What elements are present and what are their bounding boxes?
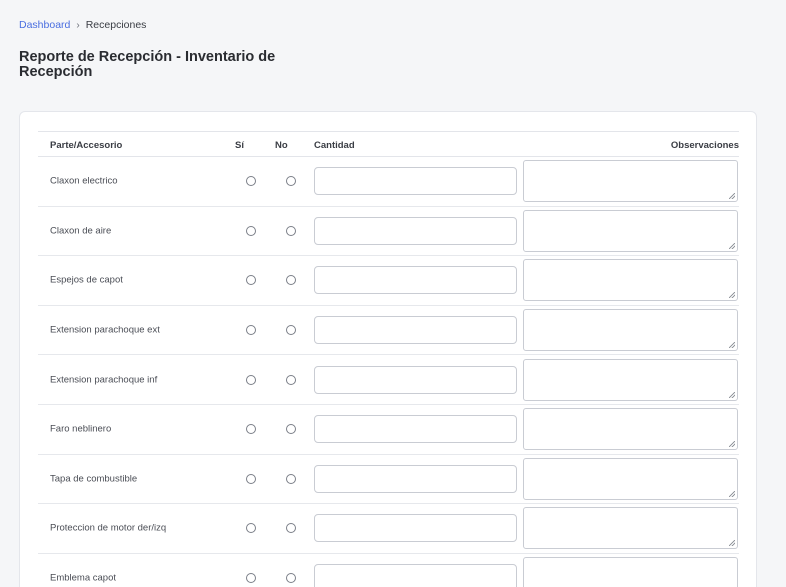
table-row: Faro neblinero — [38, 405, 739, 455]
part-label: Tapa de combustible — [50, 473, 138, 485]
observations-textarea[interactable] — [523, 457, 738, 500]
yes-radio[interactable] — [246, 473, 256, 484]
part-label: Claxon electrico — [50, 175, 118, 187]
no-radio[interactable] — [286, 523, 296, 534]
quantity-input[interactable] — [314, 365, 517, 394]
yes-radio[interactable] — [246, 523, 256, 534]
table-row: Claxon electrico — [38, 157, 739, 207]
table-row: Claxon de aire — [38, 207, 739, 257]
yes-radio[interactable] — [246, 374, 256, 385]
inventory-card: Parte/Accesorio Sí No Cantidad Observaci… — [19, 111, 757, 587]
observations-textarea[interactable] — [523, 557, 738, 587]
observations-textarea[interactable] — [523, 160, 738, 203]
table-row: Extension parachoque inf — [38, 355, 739, 405]
observations-textarea[interactable] — [523, 408, 738, 451]
quantity-input[interactable] — [314, 216, 517, 245]
observations-textarea[interactable] — [523, 209, 738, 252]
no-radio[interactable] — [286, 225, 296, 236]
breadcrumb-current: Recepciones — [85, 19, 147, 31]
observations-textarea[interactable] — [523, 507, 738, 550]
no-radio[interactable] — [286, 374, 296, 385]
table-header: Parte/Accesorio Sí No Cantidad Observaci… — [38, 131, 739, 157]
table-row: Emblema capot — [38, 554, 739, 587]
part-label: Proteccion de motor der/izq — [50, 522, 167, 534]
part-label: Extension parachoque ext — [50, 324, 160, 336]
no-radio[interactable] — [286, 275, 296, 286]
table-row: Tapa de combustible — [38, 455, 739, 505]
observations-textarea[interactable] — [523, 309, 738, 352]
part-label: Espejos de capot — [50, 274, 123, 286]
header-no: No — [275, 140, 288, 151]
part-label: Faro neblinero — [50, 423, 112, 435]
quantity-input[interactable] — [314, 316, 517, 345]
yes-radio[interactable] — [246, 275, 256, 286]
table-body: Claxon electrico Claxon de aire Espejos de… — [38, 157, 739, 587]
yes-radio[interactable] — [246, 573, 256, 584]
table-row: Proteccion de motor der/izq — [38, 504, 739, 554]
no-radio[interactable] — [286, 473, 296, 484]
no-radio[interactable] — [286, 176, 296, 187]
table-row: Espejos de capot — [38, 256, 739, 306]
observations-textarea[interactable] — [523, 259, 738, 302]
observations-textarea[interactable] — [523, 358, 738, 401]
no-radio[interactable] — [286, 573, 296, 584]
no-radio[interactable] — [286, 325, 296, 336]
part-label: Claxon de aire — [50, 225, 112, 237]
no-radio[interactable] — [286, 424, 296, 435]
yes-radio[interactable] — [246, 176, 256, 187]
quantity-input[interactable] — [314, 167, 517, 196]
inventory-table: Parte/Accesorio Sí No Cantidad Observaci… — [38, 131, 739, 587]
yes-radio[interactable] — [246, 424, 256, 435]
quantity-input[interactable] — [314, 564, 517, 587]
quantity-input[interactable] — [314, 415, 517, 444]
header-yes: Sí — [235, 140, 244, 151]
quantity-input[interactable] — [314, 266, 517, 295]
yes-radio[interactable] — [246, 225, 256, 236]
header-quantity: Cantidad — [314, 140, 355, 151]
table-row: Extension parachoque ext — [38, 306, 739, 356]
part-label: Emblema capot — [50, 572, 117, 584]
header-part: Parte/Accesorio — [50, 140, 123, 151]
part-label: Extension parachoque inf — [50, 374, 158, 386]
breadcrumb-separator: › — [76, 19, 80, 31]
quantity-input[interactable] — [314, 514, 517, 543]
breadcrumb: Dashboard › Recepciones — [19, 19, 146, 31]
header-observations: Observaciones — [670, 140, 739, 151]
yes-radio[interactable] — [246, 325, 256, 336]
page-title: Reporte de Recepción - Inventario de Rec… — [19, 49, 276, 80]
quantity-input[interactable] — [314, 464, 517, 493]
breadcrumb-dashboard-link[interactable]: Dashboard — [19, 19, 70, 31]
